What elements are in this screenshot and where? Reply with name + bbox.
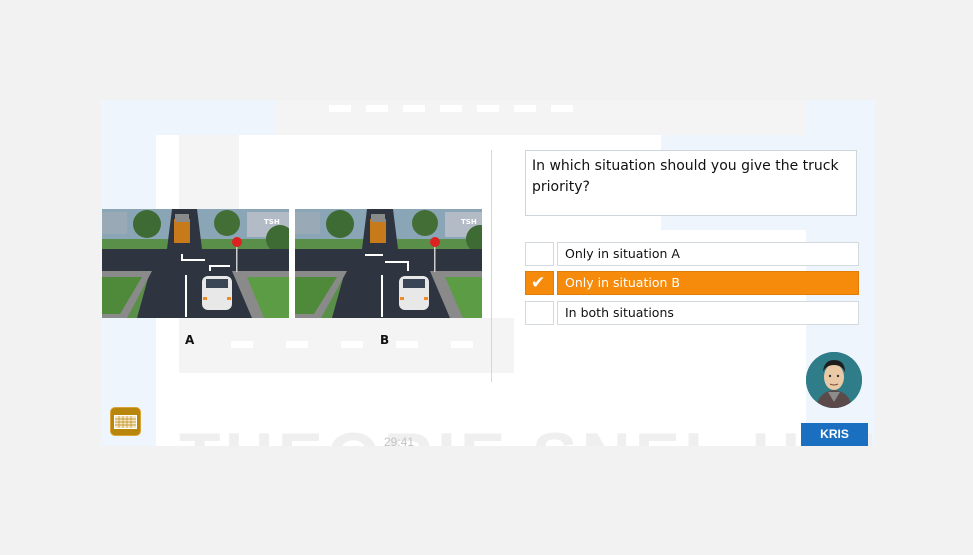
option-label[interactable]: Only in situation B [557,271,859,295]
watermark-block [156,100,276,135]
keyboard-icon [114,414,137,429]
situation-b-label: B [380,333,390,347]
option-checkbox[interactable]: ✔ [525,271,554,295]
situation-b-image: TSH [295,209,482,318]
keyboard-button[interactable] [110,407,141,436]
watermark-text: THEORIE SNEL HALEN [179,418,875,446]
exam-stage: THEORIE SNEL HALEN [101,100,875,446]
instructor-name-badge: KRIS [801,423,868,446]
check-icon: ✔ [531,273,546,292]
situation-a-image: TSH [102,209,289,318]
option-label[interactable]: Only in situation A [557,242,859,266]
question-text: In which situation should you give the t… [525,150,857,216]
option-checkbox[interactable] [525,301,554,325]
svg-text:TSH: TSH [264,218,280,226]
svg-text:TSH: TSH [461,218,477,226]
divider [491,150,492,382]
exam-timer: 29:41 [384,435,415,446]
option-checkbox[interactable] [525,242,554,266]
option-label[interactable]: In both situations [557,301,859,325]
watermark-block [276,100,816,135]
instructor-avatar [806,352,862,408]
situation-a-label: A [185,333,195,347]
